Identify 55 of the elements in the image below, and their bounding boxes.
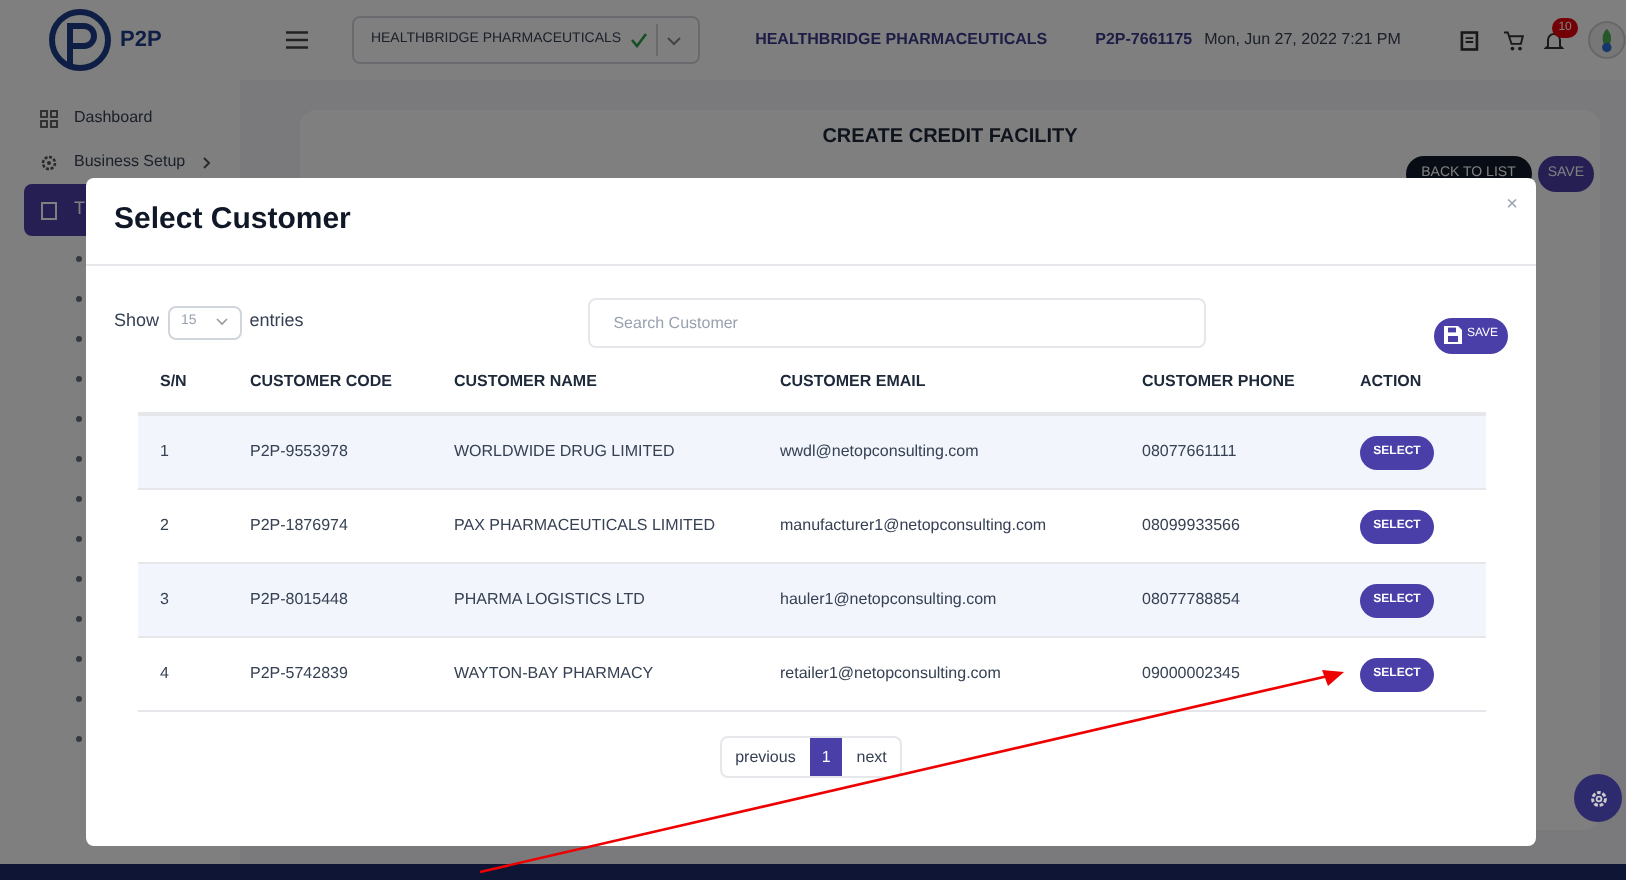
column-header: CUSTOMER EMAIL: [780, 369, 928, 393]
entries-label: entries: [249, 308, 304, 335]
table-cell-text: 3: [158, 588, 171, 612]
logo-text: P2P: [120, 25, 162, 56]
table-cell-text: WORLDWIDE DRUG LIMITED: [454, 440, 677, 464]
table-cell-text: PAX PHARMACEUTICALS LIMITED: [454, 514, 718, 538]
table-cell-text: 08099933566: [1142, 514, 1242, 538]
dialog-title: Select Customer: [114, 200, 351, 241]
company-name: HEALTHBRIDGE PHARMACEUTICALS: [755, 28, 1048, 52]
table-cell-text: P2P-9553978: [250, 440, 350, 464]
account-code: P2P-7661175: [1095, 28, 1193, 52]
table-cell-text: WAYTON-BAY PHARMACY: [454, 662, 656, 686]
sidebar-item[interactable]: Business Setup: [0, 140, 240, 184]
show-label: Show: [114, 308, 160, 335]
table-cell-text: retailer1@netopconsulting.com: [780, 662, 1003, 686]
table-cell-text: 09000002345: [1142, 662, 1242, 686]
column-header: ACTION: [1360, 369, 1424, 393]
menu-icon[interactable]: [286, 30, 309, 50]
pagination-button[interactable]: next: [842, 738, 901, 776]
pagination-button[interactable]: previous: [721, 738, 810, 776]
table-cell-text: 1: [158, 440, 171, 464]
column-header: S/N: [158, 369, 189, 393]
table-cell-text: 08077661111: [1142, 440, 1239, 464]
bell-icon[interactable]: [1544, 29, 1565, 51]
table-cell-text: 4: [158, 662, 171, 686]
table-cell-text: wwdl@netopconsulting.com: [780, 440, 981, 464]
table-cell-text: hauler1@netopconsulting.com: [780, 588, 999, 612]
document-icon: [40, 201, 58, 219]
logo-icon: [48, 8, 112, 72]
column-header: CUSTOMER NAME: [454, 369, 599, 393]
settings-button[interactable]: [1574, 774, 1622, 822]
pagination-button[interactable]: 1: [809, 738, 843, 776]
search-field[interactable]: Search Customer: [587, 297, 1207, 347]
settings-icon: [1587, 787, 1609, 809]
sidebar-item[interactable]: Dashboard: [0, 96, 240, 140]
column-header: CUSTOMER PHONE: [1142, 369, 1297, 393]
page-title: CREATE CREDIT FACILITY: [822, 124, 1078, 152]
table-cell-text: 08077788854: [1142, 588, 1242, 612]
check-icon: [629, 32, 648, 48]
table-cell-text: P2P-5742839: [250, 662, 350, 686]
chevron-down-icon: [665, 35, 682, 45]
table-cell-text: P2P-8015448: [250, 588, 350, 612]
grid-icon: [40, 109, 58, 127]
table-cell-text: P2P-1876974: [250, 514, 350, 538]
table-cell-text: 2: [158, 514, 171, 538]
document-icon[interactable]: [1460, 29, 1480, 51]
chevron-right-icon: [201, 155, 212, 169]
gear-icon: [40, 153, 58, 171]
table-cell-text: PHARMA LOGISTICS LTD: [454, 588, 647, 612]
column-header: CUSTOMER CODE: [250, 369, 394, 393]
date-time: Mon, Jun 27, 2022 7:21 PM: [1204, 28, 1401, 52]
avatar[interactable]: [1588, 20, 1626, 60]
chevron-down-icon: [215, 318, 228, 326]
cart-icon[interactable]: [1503, 29, 1525, 51]
table-cell-text: manufacturer1@netopconsulting.com: [780, 514, 1049, 538]
